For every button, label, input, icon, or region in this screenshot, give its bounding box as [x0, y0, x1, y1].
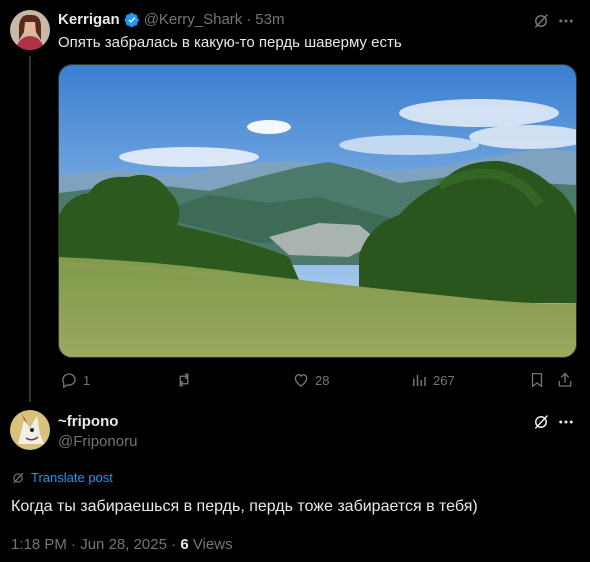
- post-time[interactable]: 1:18 PM: [11, 536, 67, 553]
- like-action[interactable]: 28: [292, 370, 329, 390]
- bookmark-icon: [531, 372, 543, 388]
- tweet-header: Kerrigan @Kerry_Shark · 53m: [58, 11, 284, 28]
- translate-post-label: Translate post: [31, 470, 113, 485]
- views-action[interactable]: 267: [410, 370, 455, 390]
- reply-text: Когда ты забираешься в пердь, пердь тоже…: [11, 498, 478, 515]
- more-options-icon[interactable]: [557, 12, 575, 35]
- meta-separator: ·: [71, 536, 77, 553]
- share-action[interactable]: [556, 370, 574, 390]
- tweet-photo[interactable]: [58, 64, 577, 358]
- retweet-icon: [179, 373, 189, 387]
- reply-grok-icon[interactable]: [532, 413, 550, 436]
- mountain-landscape-image: [59, 65, 576, 357]
- thread-connector-line: [29, 56, 31, 402]
- verified-badge-icon: [124, 12, 140, 28]
- like-count: 28: [315, 372, 330, 388]
- author-handle[interactable]: @Kerry_Shark: [144, 11, 243, 28]
- views-chart-icon: [413, 374, 426, 386]
- kerrigan-avatar[interactable]: [10, 10, 50, 50]
- grok-translate-icon: [13, 472, 24, 483]
- heart-icon: [294, 374, 308, 387]
- grok-icon[interactable]: [532, 12, 550, 35]
- meta-separator: ·: [171, 536, 177, 553]
- share-icon: [558, 372, 572, 387]
- views-label: Views: [192, 536, 233, 553]
- tweet-text: Опять забралась в какую-то пердь шаверму…: [58, 34, 402, 51]
- reply-meta: 1:18 PM · Jun 28, 2025 · 6 Views: [11, 536, 233, 553]
- reply-count: 1: [83, 372, 91, 388]
- translate-post-link[interactable]: Translate post: [11, 470, 113, 485]
- reply-action[interactable]: 1: [60, 370, 90, 390]
- header-separator: ·: [246, 11, 252, 28]
- reply-icon: [62, 373, 76, 389]
- fripono-avatar[interactable]: [10, 410, 50, 450]
- reply-more-options-icon[interactable]: [557, 413, 575, 436]
- author-name[interactable]: Kerrigan: [58, 11, 120, 28]
- tweet-time[interactable]: 53m: [255, 11, 284, 28]
- post-date[interactable]: Jun 28, 2025: [80, 536, 167, 553]
- retweet-action[interactable]: [175, 370, 198, 390]
- reply-author-handle[interactable]: @Friponoru: [58, 433, 137, 450]
- views-count: 267: [433, 372, 455, 388]
- reply-author-name[interactable]: ~fripono: [58, 413, 118, 430]
- bookmark-action[interactable]: [528, 370, 546, 390]
- views-count-bold: 6: [180, 536, 189, 553]
